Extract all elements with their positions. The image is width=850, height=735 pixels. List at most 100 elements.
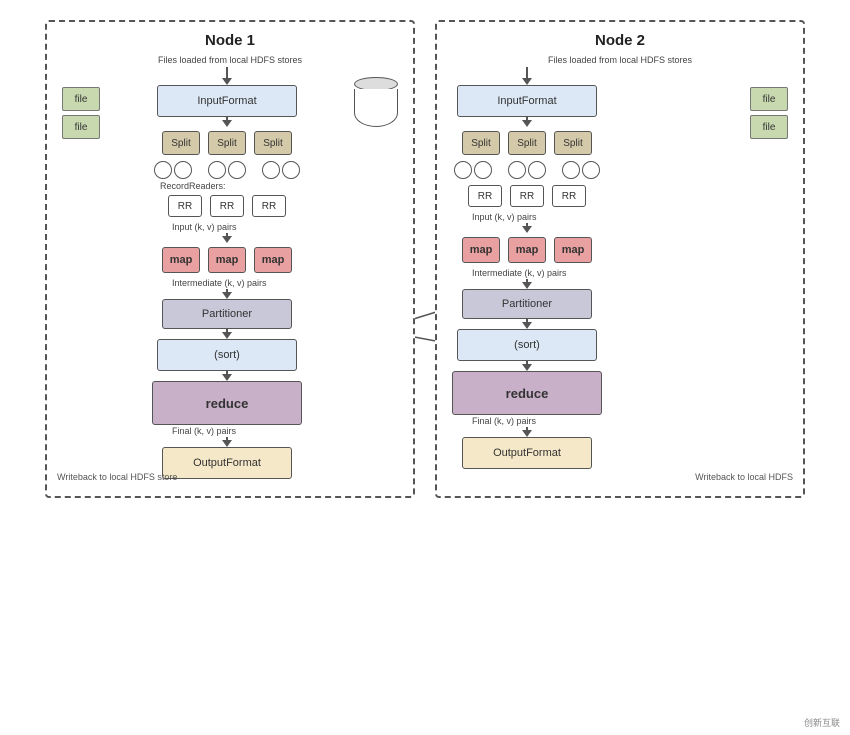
node1-center: InputFormat Split Split Split: [152, 67, 302, 479]
node1-circle-group1: [154, 161, 192, 179]
node2-circle-group1: [454, 161, 492, 179]
node1-map1: map: [162, 247, 200, 273]
node2-map3: map: [554, 237, 592, 263]
node1-reduce: reduce: [152, 381, 302, 425]
node1-rr-label: RecordReaders:: [160, 181, 226, 191]
node2-inputformat: InputFormat: [457, 85, 597, 117]
node2-hdfs-label: Files loaded from local HDFS stores: [452, 55, 788, 65]
node1-split-row: Split Split Split: [162, 131, 292, 155]
node2-arrow6: [522, 361, 532, 371]
node1-intermediate-label: Intermediate (k, v) pairs: [172, 278, 267, 288]
node1-rr2: RR: [210, 195, 244, 217]
node2-file2: file: [750, 115, 788, 139]
node1-c3: [208, 161, 226, 179]
node1-hdfs-label: Files loaded from local HDFS stores: [62, 55, 398, 65]
node1-arrow6: [222, 371, 232, 381]
node2-partitioner: Partitioner: [462, 289, 592, 319]
node2-split2: Split: [508, 131, 546, 155]
node1-partitioner: Partitioner: [162, 299, 292, 329]
node1-input-kv-label: Input (k, v) pairs: [172, 222, 237, 232]
node2-map-row: map map map: [462, 237, 592, 263]
node1-split3: Split: [254, 131, 292, 155]
node1-sort: (sort): [157, 339, 297, 371]
node2-top-area: InputFormat Split Split Split: [452, 67, 788, 469]
node2-arrow3: [522, 223, 532, 233]
node1-right-cylinder: [354, 77, 398, 129]
node2-rr-row: RR RR RR: [468, 185, 586, 207]
node1-top-area: file file InputFormat: [62, 67, 398, 479]
node1-arrow5: [222, 329, 232, 339]
node1-title: Node 1: [62, 32, 398, 49]
node2-reduce: reduce: [452, 371, 602, 415]
node1-arrow2: [222, 117, 232, 127]
node2-rr3: RR: [552, 185, 586, 207]
node2-file1: file: [750, 87, 788, 111]
node1-split1: Split: [162, 131, 200, 155]
node2-rr1: RR: [468, 185, 502, 207]
node1-top-arrow: [222, 67, 232, 85]
node2-arrow2: [522, 117, 532, 127]
node1-file2: file: [62, 115, 100, 139]
node2-map2: map: [508, 237, 546, 263]
node1-c4: [228, 161, 246, 179]
node1-c5: [262, 161, 280, 179]
node1-arrow4: [222, 289, 232, 299]
node2-circle-group2: [508, 161, 546, 179]
node2-c2: [474, 161, 492, 179]
node2-input-kv-label: Input (k, v) pairs: [472, 212, 537, 222]
node2-arrow4: [522, 279, 532, 289]
node2-outputformat: OutputFormat: [462, 437, 592, 469]
node1-map3: map: [254, 247, 292, 273]
node2-map1: map: [462, 237, 500, 263]
node1-final-label: Final (k, v) pairs: [172, 426, 236, 436]
node2-c3: [508, 161, 526, 179]
node1-arrow3: [222, 233, 232, 243]
node2-box: Node 2 Files loaded from local HDFS stor…: [435, 20, 805, 498]
node2-circle-group3: [562, 161, 600, 179]
node1-arrow7: [222, 437, 232, 447]
watermark: 创新互联: [804, 716, 840, 729]
node2-top-arrow: [522, 67, 532, 85]
node2-c1: [454, 161, 472, 179]
node1-cyl-body: [354, 89, 398, 127]
node2-split1: Split: [462, 131, 500, 155]
diagram-container: "Shuffling" processIntermediate (k, v)pa…: [0, 0, 850, 735]
node1-c2: [174, 161, 192, 179]
node2-center: InputFormat Split Split Split: [452, 67, 602, 469]
node1-map-row: map map map: [162, 247, 292, 273]
node1-outputformat: OutputFormat: [162, 447, 292, 479]
node2-split3: Split: [554, 131, 592, 155]
node2-intermediate-label: Intermediate (k, v) pairs: [472, 268, 567, 278]
nodes-wrapper: Node 1 Files loaded from local HDFS stor…: [10, 10, 840, 508]
node2-arrow5: [522, 319, 532, 329]
node1-box: Node 1 Files loaded from local HDFS stor…: [45, 20, 415, 498]
node2-rr2: RR: [510, 185, 544, 207]
node2-circles: [454, 161, 600, 179]
node1-circle-group3: [262, 161, 300, 179]
node1-c6: [282, 161, 300, 179]
node1-circle-group2: [208, 161, 246, 179]
node1-inputformat: InputFormat: [157, 85, 297, 117]
node1-split2: Split: [208, 131, 246, 155]
node2-split-row: Split Split Split: [462, 131, 592, 155]
node2-writeback: Writeback to local HDFS: [695, 472, 793, 484]
node2-final-label: Final (k, v) pairs: [472, 416, 536, 426]
node1-rr-row: RR RR RR: [168, 195, 286, 217]
node1-rr1: RR: [168, 195, 202, 217]
node2-right-files: file file: [750, 87, 788, 139]
node1-circles: [154, 161, 300, 179]
node2-title: Node 2: [452, 32, 788, 49]
node1-c1: [154, 161, 172, 179]
node1-left-files: file file: [62, 87, 100, 139]
node1-file1: file: [62, 87, 100, 111]
node2-c5: [562, 161, 580, 179]
node1-cylinder: [354, 77, 398, 129]
node2-sort: (sort): [457, 329, 597, 361]
node2-c4: [528, 161, 546, 179]
watermark-text: 创新互联: [804, 718, 840, 728]
node1-writeback: Writeback to local HDFS store: [57, 472, 177, 484]
node2-c6: [582, 161, 600, 179]
node2-arrow7: [522, 427, 532, 437]
node1-rr3: RR: [252, 195, 286, 217]
node1-map2: map: [208, 247, 246, 273]
